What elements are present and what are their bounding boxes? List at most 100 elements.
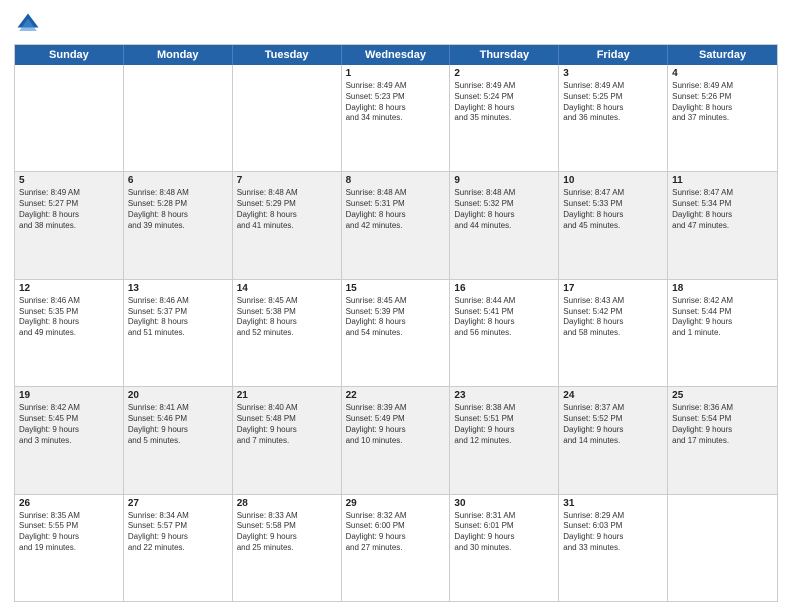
day-number: 28 bbox=[237, 498, 337, 509]
day-cell-22: 22 Sunrise: 8:39 AM Sunset: 5:49 PM Dayli… bbox=[342, 387, 451, 493]
day-info: Sunrise: 8:49 AM Sunset: 5:25 PM Dayligh… bbox=[563, 81, 663, 124]
day-info: Sunrise: 8:47 AM Sunset: 5:34 PM Dayligh… bbox=[672, 188, 773, 231]
day-info: Sunrise: 8:49 AM Sunset: 5:27 PM Dayligh… bbox=[19, 188, 119, 231]
day-number: 7 bbox=[237, 175, 337, 186]
calendar: SundayMondayTuesdayWednesdayThursdayFrid… bbox=[14, 44, 778, 602]
day-number: 1 bbox=[346, 68, 446, 79]
day-number: 24 bbox=[563, 390, 663, 401]
day-info: Sunrise: 8:33 AM Sunset: 5:58 PM Dayligh… bbox=[237, 511, 337, 554]
day-number: 23 bbox=[454, 390, 554, 401]
day-cell-13: 13Sunrise: 8:46 AM Sunset: 5:37 PM Dayli… bbox=[124, 280, 233, 386]
day-info: Sunrise: 8:34 AM Sunset: 5:57 PM Dayligh… bbox=[128, 511, 228, 554]
day-number: 4 bbox=[672, 68, 773, 79]
day-cell-8: 8 Sunrise: 8:48 AM Sunset: 5:31 PM Daylig… bbox=[342, 172, 451, 278]
empty-cell-0-0 bbox=[15, 65, 124, 171]
empty-cell-0-1 bbox=[124, 65, 233, 171]
calendar-body: 1 Sunrise: 8:49 AM Sunset: 5:23 PM Daylig… bbox=[15, 65, 777, 601]
day-cell-12: 12 Sunrise: 8:46 AM Sunset: 5:35 PM Dayli… bbox=[15, 280, 124, 386]
day-info: Sunrise: 8:39 AM Sunset: 5:49 PM Dayligh… bbox=[346, 403, 446, 446]
day-cell-26: 26 Sunrise: 8:35 AM Sunset: 5:55 PM Dayli… bbox=[15, 495, 124, 601]
day-info: Sunrise: 8:29 AM Sunset: 6:03 PM Dayligh… bbox=[563, 511, 663, 554]
day-cell-4: 4 Sunrise: 8:49 AM Sunset: 5:26 PM Daylig… bbox=[668, 65, 777, 171]
day-number: 6 bbox=[128, 175, 228, 186]
day-number: 25 bbox=[672, 390, 773, 401]
day-cell-6: 6 Sunrise: 8:48 AM Sunset: 5:28 PM Daylig… bbox=[124, 172, 233, 278]
day-info: Sunrise: 8:43 AM Sunset: 5:42 PM Dayligh… bbox=[563, 296, 663, 339]
day-number: 17 bbox=[563, 283, 663, 294]
day-number: 21 bbox=[237, 390, 337, 401]
day-info: Sunrise: 8:32 AM Sunset: 6:00 PM Dayligh… bbox=[346, 511, 446, 554]
day-info: Sunrise: 8:38 AM Sunset: 5:51 PM Dayligh… bbox=[454, 403, 554, 446]
logo-icon bbox=[14, 10, 42, 38]
day-number: 8 bbox=[346, 175, 446, 186]
empty-cell-4-6 bbox=[668, 495, 777, 601]
header-day-friday: Friday bbox=[559, 45, 668, 65]
day-number: 20 bbox=[128, 390, 228, 401]
header bbox=[14, 10, 778, 38]
day-cell-27: 27 Sunrise: 8:34 AM Sunset: 5:57 PM Dayli… bbox=[124, 495, 233, 601]
day-cell-28: 28 Sunrise: 8:33 AM Sunset: 5:58 PM Dayli… bbox=[233, 495, 342, 601]
day-cell-21: 21 Sunrise: 8:40 AM Sunset: 5:48 PM Dayli… bbox=[233, 387, 342, 493]
day-cell-16: 16Sunrise: 8:44 AM Sunset: 5:41 PM Dayli… bbox=[450, 280, 559, 386]
day-info: Sunrise: 8:35 AM Sunset: 5:55 PM Dayligh… bbox=[19, 511, 119, 554]
calendar-header: SundayMondayTuesdayWednesdayThursdayFrid… bbox=[15, 45, 777, 65]
day-info: Sunrise: 8:40 AM Sunset: 5:48 PM Dayligh… bbox=[237, 403, 337, 446]
day-cell-30: 30Sunrise: 8:31 AM Sunset: 6:01 PM Dayli… bbox=[450, 495, 559, 601]
day-info: Sunrise: 8:36 AM Sunset: 5:54 PM Dayligh… bbox=[672, 403, 773, 446]
day-info: Sunrise: 8:42 AM Sunset: 5:45 PM Dayligh… bbox=[19, 403, 119, 446]
day-number: 16 bbox=[454, 283, 554, 294]
day-info: Sunrise: 8:41 AM Sunset: 5:46 PM Dayligh… bbox=[128, 403, 228, 446]
day-number: 27 bbox=[128, 498, 228, 509]
day-cell-17: 17 Sunrise: 8:43 AM Sunset: 5:42 PM Dayli… bbox=[559, 280, 668, 386]
day-number: 3 bbox=[563, 68, 663, 79]
day-cell-2: 2 Sunrise: 8:49 AM Sunset: 5:24 PM Daylig… bbox=[450, 65, 559, 171]
day-cell-25: 25 Sunrise: 8:36 AM Sunset: 5:54 PM Dayli… bbox=[668, 387, 777, 493]
day-info: Sunrise: 8:45 AM Sunset: 5:38 PM Dayligh… bbox=[237, 296, 337, 339]
day-info: Sunrise: 8:45 AM Sunset: 5:39 PM Dayligh… bbox=[346, 296, 446, 339]
day-number: 15 bbox=[346, 283, 446, 294]
day-number: 11 bbox=[672, 175, 773, 186]
day-cell-20: 20 Sunrise: 8:41 AM Sunset: 5:46 PM Dayli… bbox=[124, 387, 233, 493]
day-cell-31: 31 Sunrise: 8:29 AM Sunset: 6:03 PM Dayli… bbox=[559, 495, 668, 601]
day-number: 9 bbox=[454, 175, 554, 186]
header-day-monday: Monday bbox=[124, 45, 233, 65]
page: SundayMondayTuesdayWednesdayThursdayFrid… bbox=[0, 0, 792, 612]
day-number: 26 bbox=[19, 498, 119, 509]
calendar-row-0: 1 Sunrise: 8:49 AM Sunset: 5:23 PM Daylig… bbox=[15, 65, 777, 171]
day-cell-23: 23 Sunrise: 8:38 AM Sunset: 5:51 PM Dayli… bbox=[450, 387, 559, 493]
day-number: 31 bbox=[563, 498, 663, 509]
day-cell-1: 1 Sunrise: 8:49 AM Sunset: 5:23 PM Daylig… bbox=[342, 65, 451, 171]
day-info: Sunrise: 8:48 AM Sunset: 5:29 PM Dayligh… bbox=[237, 188, 337, 231]
day-number: 5 bbox=[19, 175, 119, 186]
day-number: 12 bbox=[19, 283, 119, 294]
day-number: 2 bbox=[454, 68, 554, 79]
day-cell-24: 24Sunrise: 8:37 AM Sunset: 5:52 PM Dayli… bbox=[559, 387, 668, 493]
calendar-row-4: 26 Sunrise: 8:35 AM Sunset: 5:55 PM Dayli… bbox=[15, 494, 777, 601]
day-info: Sunrise: 8:42 AM Sunset: 5:44 PM Dayligh… bbox=[672, 296, 773, 339]
header-day-thursday: Thursday bbox=[450, 45, 559, 65]
day-info: Sunrise: 8:46 AM Sunset: 5:35 PM Dayligh… bbox=[19, 296, 119, 339]
day-number: 19 bbox=[19, 390, 119, 401]
calendar-row-2: 12 Sunrise: 8:46 AM Sunset: 5:35 PM Dayli… bbox=[15, 279, 777, 386]
day-cell-11: 11 Sunrise: 8:47 AM Sunset: 5:34 PM Dayli… bbox=[668, 172, 777, 278]
day-cell-3: 3 Sunrise: 8:49 AM Sunset: 5:25 PM Daylig… bbox=[559, 65, 668, 171]
day-number: 10 bbox=[563, 175, 663, 186]
day-cell-7: 7 Sunrise: 8:48 AM Sunset: 5:29 PM Daylig… bbox=[233, 172, 342, 278]
day-cell-19: 19 Sunrise: 8:42 AM Sunset: 5:45 PM Dayli… bbox=[15, 387, 124, 493]
header-day-tuesday: Tuesday bbox=[233, 45, 342, 65]
day-cell-10: 10Sunrise: 8:47 AM Sunset: 5:33 PM Dayli… bbox=[559, 172, 668, 278]
day-info: Sunrise: 8:48 AM Sunset: 5:28 PM Dayligh… bbox=[128, 188, 228, 231]
day-info: Sunrise: 8:49 AM Sunset: 5:23 PM Dayligh… bbox=[346, 81, 446, 124]
day-cell-9: 9Sunrise: 8:48 AM Sunset: 5:32 PM Daylig… bbox=[450, 172, 559, 278]
day-info: Sunrise: 8:48 AM Sunset: 5:31 PM Dayligh… bbox=[346, 188, 446, 231]
day-number: 22 bbox=[346, 390, 446, 401]
day-cell-5: 5 Sunrise: 8:49 AM Sunset: 5:27 PM Daylig… bbox=[15, 172, 124, 278]
day-number: 13 bbox=[128, 283, 228, 294]
day-info: Sunrise: 8:31 AM Sunset: 6:01 PM Dayligh… bbox=[454, 511, 554, 554]
day-info: Sunrise: 8:49 AM Sunset: 5:24 PM Dayligh… bbox=[454, 81, 554, 124]
empty-cell-0-2 bbox=[233, 65, 342, 171]
header-day-saturday: Saturday bbox=[668, 45, 777, 65]
day-info: Sunrise: 8:49 AM Sunset: 5:26 PM Dayligh… bbox=[672, 81, 773, 124]
logo bbox=[14, 10, 46, 38]
day-cell-18: 18Sunrise: 8:42 AM Sunset: 5:44 PM Dayli… bbox=[668, 280, 777, 386]
